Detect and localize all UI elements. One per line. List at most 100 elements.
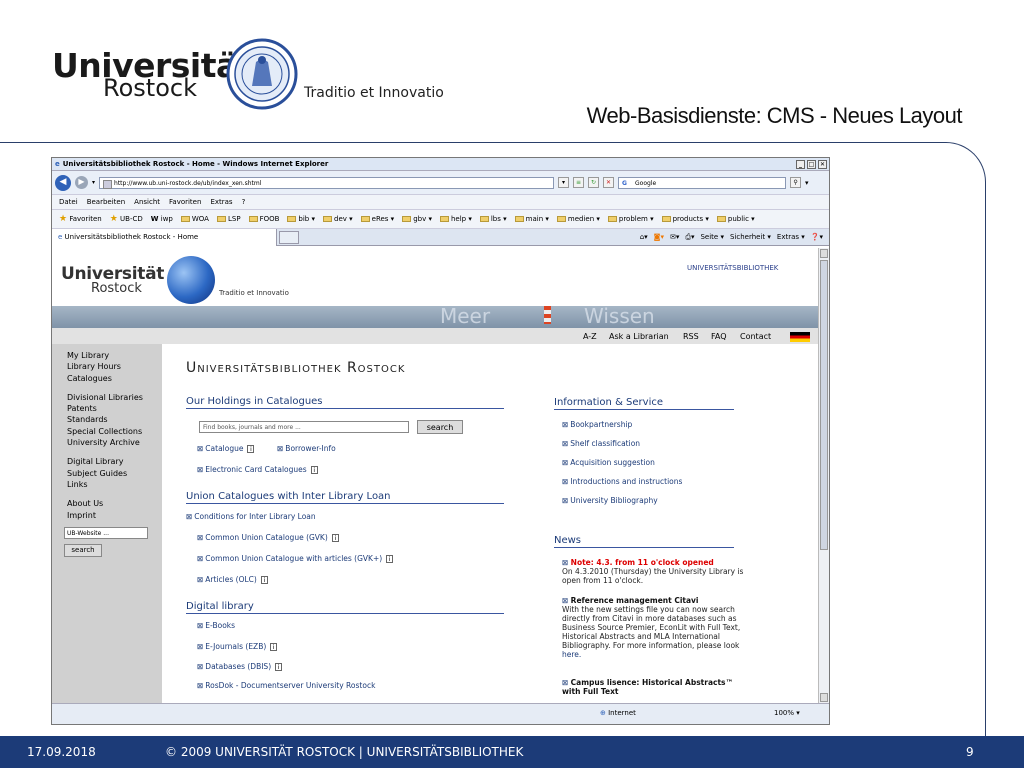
info-icon[interactable]: i [260, 576, 268, 584]
nav-special-collections[interactable]: Special Collections [67, 426, 162, 437]
link-shelf-classification[interactable]: Shelf classification [562, 439, 640, 448]
history-dropdown-icon[interactable]: ▾ [92, 179, 95, 186]
news-link-here[interactable]: here. [562, 650, 581, 659]
mail-icon[interactable]: ✉▾ [670, 233, 679, 242]
fav-public[interactable]: public ▾ [716, 215, 755, 223]
fav-problem[interactable]: problem ▾ [607, 215, 654, 223]
info-icon[interactable]: i [386, 555, 394, 563]
security-zone[interactable]: ⊕ Internet [600, 709, 636, 717]
catalogue-search-button[interactable]: search [417, 420, 463, 434]
fav-ub-cd[interactable]: ★ UB-CD [110, 214, 143, 224]
link-bookpartnership[interactable]: Bookpartnership [562, 420, 632, 429]
fav-eres[interactable]: eRes ▾ [360, 215, 394, 223]
news-headline-citavi[interactable]: Reference management Citavi [571, 596, 699, 605]
nav-faq[interactable]: FAQ [711, 332, 727, 341]
compatibility-icon[interactable]: ≡ [573, 177, 585, 188]
info-icon[interactable]: i [275, 663, 283, 671]
tab-home[interactable]: e Universitätsbibliothek Rostock - Home [52, 228, 277, 246]
link-university-bibliography[interactable]: University Bibliography [562, 496, 657, 505]
nav-patents[interactable]: Patents [67, 403, 162, 414]
fav-lsp[interactable]: LSP [216, 215, 241, 223]
info-icon[interactable]: i [270, 643, 278, 651]
favorites-button[interactable]: ★ Favoriten [59, 214, 102, 224]
nav-library-hours[interactable]: Library Hours [67, 361, 162, 372]
link-introductions[interactable]: Introductions and instructions [562, 477, 682, 486]
link-electronic-card-catalogues[interactable]: Electronic Card Cataloguesi [197, 465, 318, 474]
home-icon[interactable]: ⌂▾ [640, 233, 648, 242]
fav-medien[interactable]: medien ▾ [556, 215, 600, 223]
fav-bib[interactable]: bib ▾ [287, 215, 315, 223]
extras-menu[interactable]: Extras ▾ [777, 233, 805, 242]
menu-favoriten[interactable]: Favoriten [169, 198, 201, 206]
fav-help[interactable]: help ▾ [439, 215, 472, 223]
link-databases[interactable]: Databases (DBIS)i [197, 662, 283, 671]
back-icon[interactable]: ◀ [55, 174, 71, 191]
url-dropdown-icon[interactable]: ▾ [558, 177, 570, 188]
new-tab-button[interactable] [279, 230, 299, 244]
print-icon[interactable]: ⎙▾ [685, 233, 694, 242]
maximize-icon[interactable]: □ [807, 159, 816, 169]
fav-gbv[interactable]: gbv ▾ [402, 215, 432, 223]
catalogue-search-input[interactable]: Find books, journals and more ... [199, 421, 409, 433]
info-icon[interactable]: i [331, 534, 339, 542]
website-search-button[interactable]: search [64, 543, 102, 557]
fav-foob[interactable]: FOOB [248, 215, 279, 223]
nav-digital-library[interactable]: Digital Library [67, 456, 162, 467]
stop-icon[interactable]: ✕ [603, 177, 615, 188]
nav-catalogues[interactable]: Catalogues [67, 373, 162, 384]
menu-help[interactable]: ? [242, 198, 246, 206]
page-logo-rostock[interactable]: Rostock [91, 281, 142, 296]
nav-university-archive[interactable]: University Archive [67, 437, 162, 448]
nav-divisional-libraries[interactable]: Divisional Libraries [67, 392, 162, 403]
link-acquisition-suggestion[interactable]: Acquisition suggestion [562, 458, 655, 467]
menu-ansicht[interactable]: Ansicht [134, 198, 160, 206]
nav-links[interactable]: Links [67, 479, 162, 490]
link-e-journals[interactable]: E-Journals (EZB)i [197, 642, 278, 651]
nav-standards[interactable]: Standards [67, 414, 162, 425]
link-catalogue[interactable]: Cataloguei [197, 444, 255, 453]
fav-products[interactable]: products ▾ [661, 215, 709, 223]
link-ill-conditions[interactable]: Conditions for Inter Library Loan [186, 512, 315, 521]
german-flag-icon[interactable] [790, 332, 810, 342]
nav-ask-librarian[interactable]: Ask a Librarian [609, 332, 669, 341]
nav-my-library[interactable]: My Library [67, 350, 162, 361]
feeds-icon[interactable]: ◙▾ [654, 233, 664, 242]
nav-a-z[interactable]: A-Z [583, 332, 597, 341]
search-engine-input[interactable]: Google [618, 176, 787, 189]
link-gvk-plus[interactable]: Common Union Catalogue with articles (GV… [197, 554, 394, 563]
search-icon[interactable]: ⚲ [790, 177, 802, 188]
forward-icon[interactable]: ▶ [75, 176, 88, 189]
fav-main[interactable]: main ▾ [514, 215, 549, 223]
security-menu[interactable]: Sicherheit ▾ [730, 233, 771, 242]
fav-lbs[interactable]: lbs ▾ [479, 215, 507, 223]
vertical-scrollbar[interactable] [818, 248, 829, 703]
menu-extras[interactable]: Extras [210, 198, 232, 206]
refresh-icon[interactable]: ↻ [588, 177, 600, 188]
menu-datei[interactable]: Datei [59, 198, 78, 206]
nav-rss[interactable]: RSS [683, 332, 699, 341]
link-olc[interactable]: Articles (OLC)i [197, 575, 268, 584]
nav-contact[interactable]: Contact [740, 332, 771, 341]
link-borrower-info[interactable]: Borrower-Info [277, 444, 335, 453]
fav-dev[interactable]: dev ▾ [323, 215, 353, 223]
nav-subject-guides[interactable]: Subject Guides [67, 468, 162, 479]
search-options-icon[interactable]: ▾ [805, 179, 809, 187]
scroll-up-icon[interactable] [820, 249, 828, 258]
nav-about-us[interactable]: About Us [67, 498, 162, 509]
link-e-books[interactable]: E-Books [197, 621, 235, 630]
info-icon[interactable]: i [310, 466, 318, 474]
scroll-down-icon[interactable] [820, 693, 828, 702]
fav-woa[interactable]: WOA [180, 215, 209, 223]
close-icon[interactable]: ✕ [818, 159, 827, 169]
link-gvk[interactable]: Common Union Catalogue (GVK)i [197, 533, 339, 542]
fav-iwp[interactable]: W iwp [151, 215, 173, 223]
link-rosdok[interactable]: RosDok - Documentserver University Rosto… [197, 681, 375, 690]
news-headline-campus[interactable]: Campus lisence: Historical Abstracts™ wi… [562, 678, 733, 696]
info-icon[interactable]: i [247, 445, 255, 453]
news-headline-opening[interactable]: Note: 4.3. from 11 o'clock opened [571, 558, 714, 567]
minimize-icon[interactable]: _ [796, 159, 805, 169]
page-menu[interactable]: Seite ▾ [700, 233, 724, 242]
website-search-input[interactable]: UB-Website ... [64, 526, 148, 539]
menu-bearbeiten[interactable]: Bearbeiten [87, 198, 125, 206]
zoom-level[interactable]: 100% ▾ [774, 709, 800, 717]
